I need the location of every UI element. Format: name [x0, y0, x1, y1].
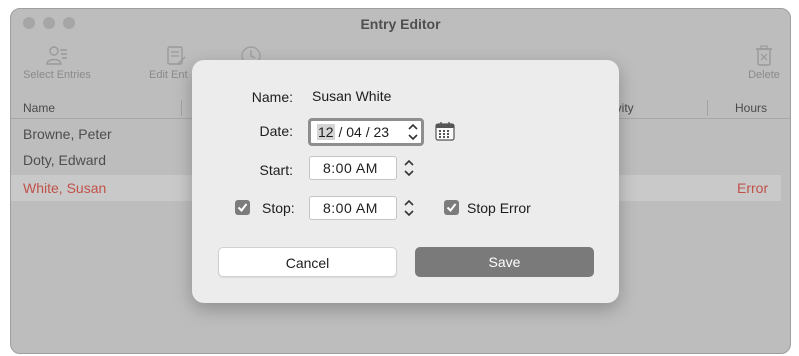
cancel-button[interactable]: Cancel: [218, 247, 397, 277]
row-hours-error: Error: [737, 180, 769, 196]
checkmark-icon: [446, 203, 457, 213]
name-label: Name:: [251, 89, 293, 105]
delete-label: Delete: [748, 69, 780, 81]
date-year-segment[interactable]: 23: [374, 124, 390, 140]
edit-document-icon: [167, 46, 186, 65]
stop-label: Stop:: [262, 200, 295, 216]
stepper-icon: [408, 123, 418, 141]
entry-editor-dialog: Name: Susan White Date: 12 / 04 / 23 Sta…: [192, 60, 619, 303]
select-entries-button[interactable]: Select Entries: [17, 45, 97, 93]
title-bar: Entry Editor: [11, 9, 790, 43]
start-label: Start:: [259, 162, 293, 178]
row-name: Doty, Edward: [23, 152, 106, 168]
trash-icon: [756, 45, 772, 66]
column-divider: [181, 100, 182, 116]
calendar-button[interactable]: [434, 120, 456, 142]
stop-time-value: 8:00 AM: [323, 200, 378, 216]
date-separator: /: [361, 124, 374, 140]
select-entries-label: Select Entries: [23, 69, 91, 81]
column-header-name[interactable]: Name: [23, 101, 55, 115]
date-day-segment[interactable]: 04: [346, 124, 362, 140]
row-name: White, Susan: [23, 180, 107, 196]
stepper-icon: [404, 159, 414, 177]
save-button[interactable]: Save: [415, 247, 594, 277]
date-label: Date:: [259, 123, 293, 139]
date-month-segment[interactable]: 12: [317, 124, 335, 140]
delete-button[interactable]: Delete: [741, 45, 787, 93]
checkmark-icon: [237, 203, 248, 213]
calendar-icon: [435, 122, 455, 141]
edit-entry-label: Edit Ent: [149, 69, 188, 81]
start-time-field[interactable]: 8:00 AM: [309, 156, 397, 180]
date-separator: /: [334, 124, 347, 140]
stop-time-field[interactable]: 8:00 AM: [309, 196, 397, 220]
window-title: Entry Editor: [360, 16, 441, 32]
start-time-stepper[interactable]: [402, 156, 416, 180]
stop-error-checkbox[interactable]: [444, 200, 459, 215]
start-time-value: 8:00 AM: [323, 160, 378, 176]
stepper-icon: [404, 199, 414, 217]
stop-error-label: Stop Error: [467, 200, 531, 216]
column-header-hours[interactable]: Hours: [735, 101, 767, 115]
date-stepper[interactable]: [406, 120, 420, 144]
people-list-icon: [46, 46, 67, 65]
column-divider: [707, 100, 708, 116]
name-value: Susan White: [312, 88, 392, 104]
stop-time-stepper[interactable]: [402, 196, 416, 220]
row-name: Browne, Peter: [23, 126, 112, 142]
stop-checkbox[interactable]: [235, 200, 250, 215]
